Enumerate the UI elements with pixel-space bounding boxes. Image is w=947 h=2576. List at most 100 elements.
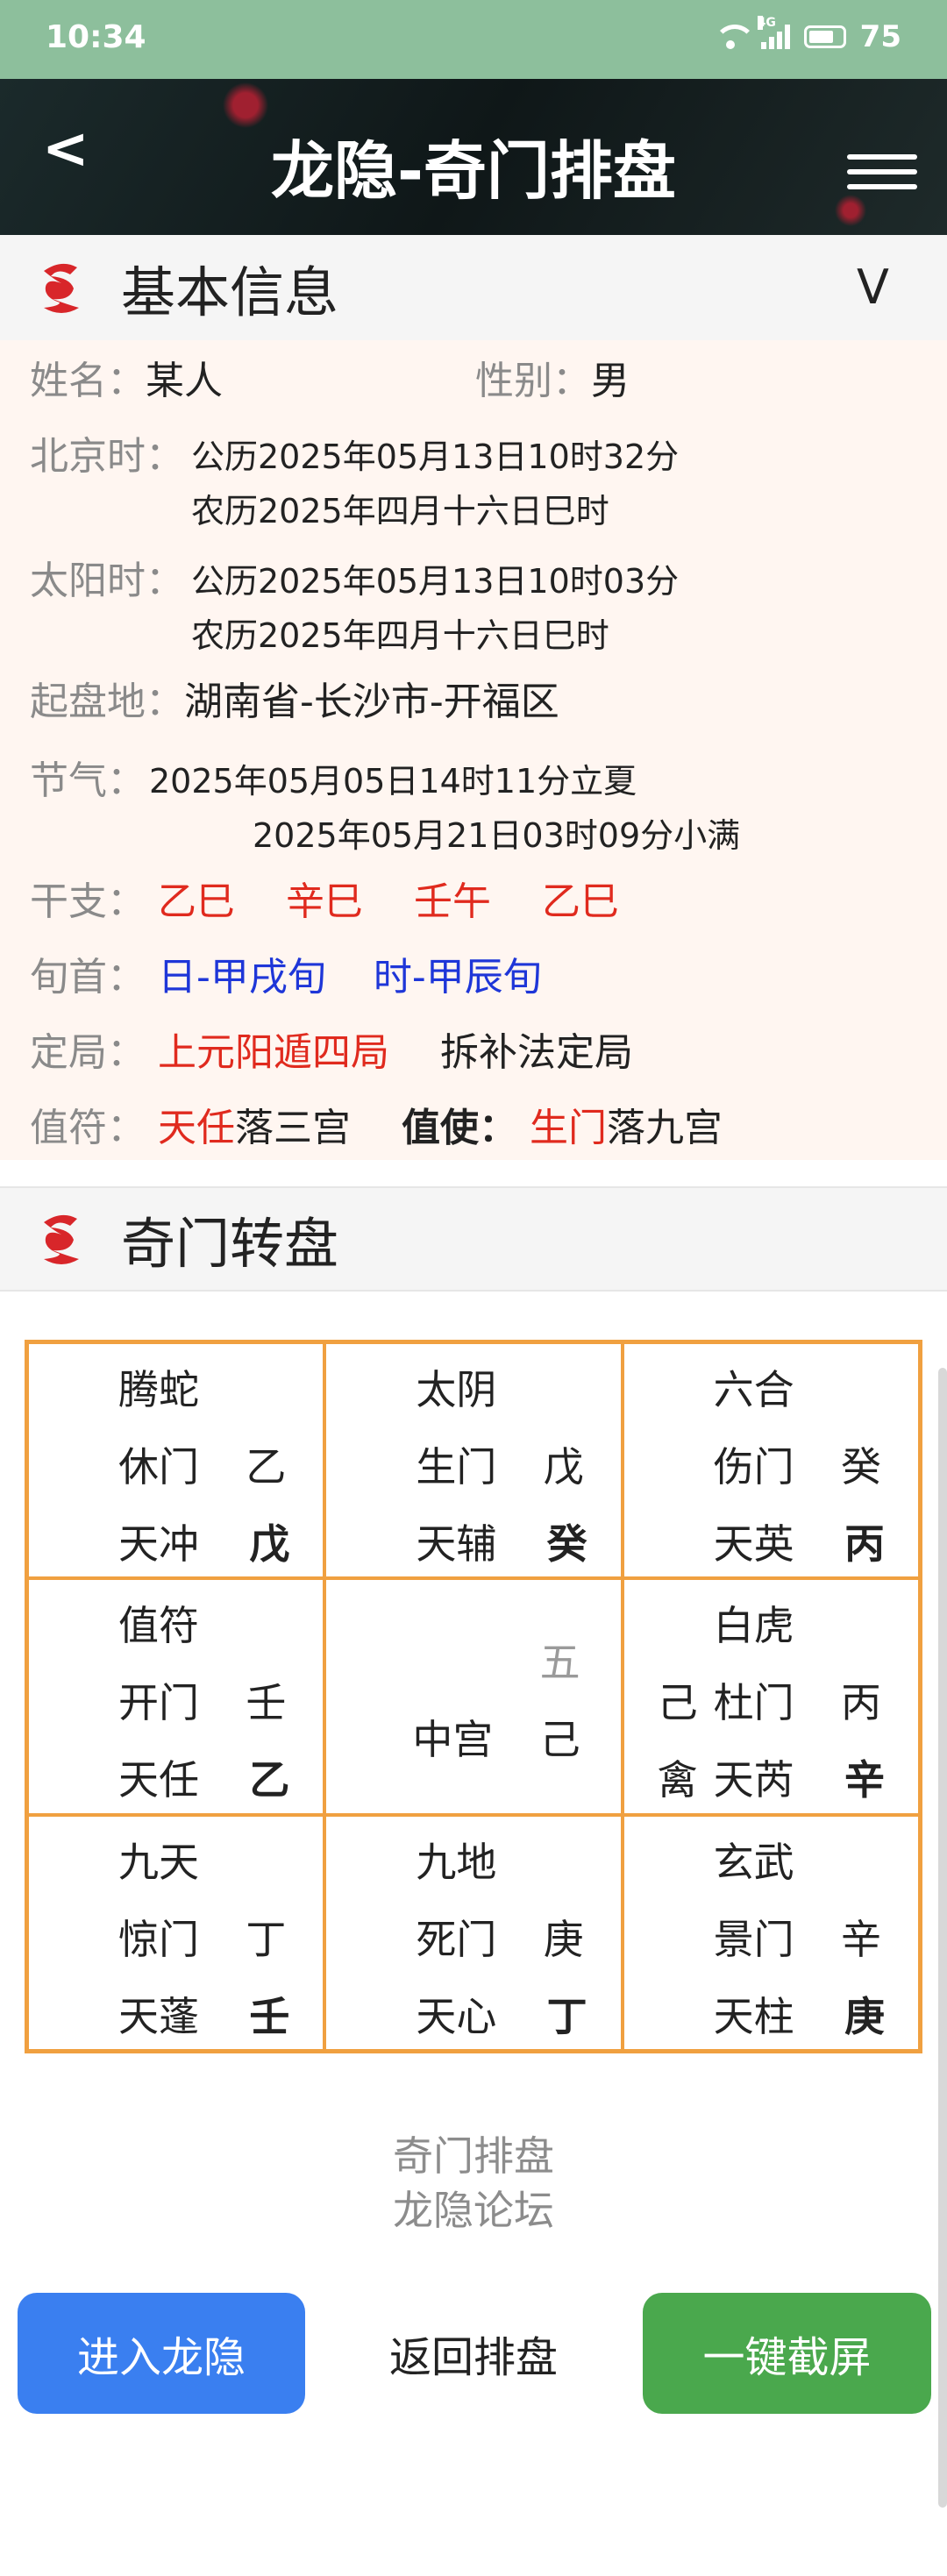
star-label: 天蓬 xyxy=(118,1992,199,2040)
star-label: 天辅 xyxy=(416,1520,497,1568)
forum-link[interactable]: 龙隐论坛 xyxy=(0,2183,947,2238)
god-label: 玄武 xyxy=(713,1838,794,1886)
door-label: 死门 xyxy=(416,1915,497,1963)
star-label: 天心 xyxy=(416,1992,497,2040)
wheel-header: 奇门转盘 xyxy=(0,1186,947,1292)
door-label: 伤门 xyxy=(713,1443,794,1491)
door-stem: 丙 xyxy=(841,1679,881,1727)
god-label: 值符 xyxy=(118,1602,199,1650)
door-label: 开门 xyxy=(118,1679,199,1727)
dingju-value: 上元阳遁四局 xyxy=(158,1030,389,1075)
jieqi-2: 2025年05月21日03时09分小满 xyxy=(253,816,741,855)
god-label: 九地 xyxy=(416,1838,497,1886)
center-stem: 己 xyxy=(539,1716,580,1764)
star-stem: 辛 xyxy=(844,1756,885,1804)
center-name: 中宫 xyxy=(412,1716,494,1764)
basic-info-header[interactable]: 基本信息 V xyxy=(0,235,947,340)
qimen-link[interactable]: 奇门排盘 xyxy=(0,2129,947,2183)
star-prefix: 禽 xyxy=(657,1756,698,1804)
zhifu-palace: 落三宫 xyxy=(235,1106,351,1150)
zhifu-star: 天任 xyxy=(158,1106,235,1150)
app-bar: < 龙隐-奇门排盘 xyxy=(0,79,947,235)
zhishi-label: 值使： xyxy=(402,1106,517,1150)
door-stem: 丁 xyxy=(246,1915,287,1963)
scrollbar[interactable] xyxy=(938,1368,947,2508)
wifi-icon xyxy=(713,25,756,49)
page-title: 龙隐-奇门排盘 xyxy=(271,134,676,208)
palace-cell: 太阴 生门 戊 天辅 癸 xyxy=(324,1342,623,1579)
beijing-lunar: 农历2025年四月十六日巳时 xyxy=(191,492,609,530)
star-stem: 丙 xyxy=(844,1520,885,1568)
xunshou-row: 旬首： 日-甲戌旬 时-甲辰旬 xyxy=(30,955,542,1000)
center-number: 五 xyxy=(539,1639,580,1687)
center-palace: 五 中宫 己 xyxy=(324,1578,623,1815)
place-row: 起盘地：湖南省-长沙市-开福区 xyxy=(30,680,559,724)
god-label: 腾蛇 xyxy=(118,1366,199,1413)
palace-cell: 六合 伤门 癸 天英 丙 xyxy=(622,1342,920,1579)
ganzhi-hour: 乙巳 xyxy=(542,879,619,924)
door-prefix: 己 xyxy=(657,1679,698,1727)
gender-value: 男 xyxy=(591,359,630,403)
xunshou-hour: 时-甲辰旬 xyxy=(373,955,542,1000)
door-stem: 癸 xyxy=(841,1443,881,1491)
network-type: 4G xyxy=(757,16,776,30)
zhishi-door: 生门 xyxy=(530,1106,607,1150)
ganzhi-year: 乙巳 xyxy=(158,879,235,924)
name-value: 某人 xyxy=(146,359,223,403)
god-label: 九天 xyxy=(118,1838,199,1886)
god-label: 白虎 xyxy=(713,1602,794,1650)
door-label: 惊门 xyxy=(118,1915,199,1963)
palace-cell: 值符 开门 壬 天任 乙 xyxy=(27,1578,325,1815)
enter-longyin-button[interactable]: 进入龙隐 xyxy=(18,2293,305,2414)
palace-cell: 玄武 景门 辛 天柱 庚 xyxy=(622,1814,920,2051)
star-label: 天任 xyxy=(118,1756,199,1804)
return-button[interactable]: 返回排盘 xyxy=(333,2293,614,2414)
beijing-time-label: 北京时： xyxy=(30,434,184,479)
door-stem: 庚 xyxy=(543,1915,584,1963)
door-label: 休门 xyxy=(118,1443,199,1491)
god-label: 太阴 xyxy=(416,1366,497,1413)
battery-icon xyxy=(803,25,846,48)
door-stem: 戊 xyxy=(543,1443,584,1491)
place-value: 湖南省-长沙市-开福区 xyxy=(184,680,559,724)
section-title: 奇门转盘 xyxy=(121,1212,339,1276)
screenshot-button[interactable]: 一键截屏 xyxy=(643,2293,931,2414)
solar-lunar: 农历2025年四月十六日巳时 xyxy=(191,616,609,655)
palace-cell: 九天 惊门 丁 天蓬 壬 xyxy=(27,1814,325,2051)
door-stem: 壬 xyxy=(246,1679,287,1727)
dragon-icon xyxy=(35,1210,88,1268)
status-bar: 10:34 4G 75 xyxy=(0,0,947,79)
section-title: 基本信息 xyxy=(121,260,339,324)
name-row: 姓名：某人 xyxy=(30,359,223,403)
star-label: 天芮 xyxy=(713,1756,794,1804)
status-time: 10:34 xyxy=(46,19,146,55)
solar-time-label: 太阳时： xyxy=(30,559,184,603)
beijing-solar: 公历2025年05月13日10时32分 xyxy=(191,438,680,476)
xunshou-day: 日-甲戌旬 xyxy=(158,955,326,1000)
star-stem: 癸 xyxy=(546,1520,587,1568)
chevron-down-icon[interactable]: V xyxy=(857,260,889,315)
star-stem: 戊 xyxy=(249,1520,290,1568)
footer-links: 奇门排盘 龙隐论坛 xyxy=(0,2129,947,2238)
star-stem: 丁 xyxy=(546,1992,587,2040)
signal-icon: 4G xyxy=(757,16,790,49)
palace-grid: 腾蛇 休门 乙 天冲 戊 太阴 生门 戊 天辅 癸 六合 伤门 癸 天英 丙 值… xyxy=(25,1340,922,2053)
ganzhi-month: 辛巳 xyxy=(286,879,363,924)
star-stem: 乙 xyxy=(249,1756,290,1804)
jieqi-1: 2025年05月05日14时11分立夏 xyxy=(149,762,637,801)
star-label: 天冲 xyxy=(118,1520,199,1568)
gender-row: 性别：男 xyxy=(475,359,630,403)
dragon-icon xyxy=(35,259,88,317)
god-label: 六合 xyxy=(713,1366,794,1413)
zhifu-row: 值符： 天任落三宫 值使： 生门落九宫 xyxy=(30,1106,723,1150)
status-icons: 4G 75 xyxy=(713,16,901,54)
menu-icon[interactable] xyxy=(847,154,917,189)
dingju-row: 定局： 上元阳遁四局 拆补法定局 xyxy=(30,1030,633,1075)
basic-info-panel: 姓名：某人 性别：男 北京时： 公历2025年05月13日10时32分 农历20… xyxy=(0,340,947,1160)
door-stem: 辛 xyxy=(841,1915,881,1963)
palace-cell: 腾蛇 休门 乙 天冲 戊 xyxy=(27,1342,325,1579)
palace-cell: 九地 死门 庚 天心 丁 xyxy=(324,1814,623,2051)
star-stem: 庚 xyxy=(844,1992,885,2040)
star-stem: 壬 xyxy=(249,1992,290,2040)
door-label: 景门 xyxy=(713,1915,794,1963)
